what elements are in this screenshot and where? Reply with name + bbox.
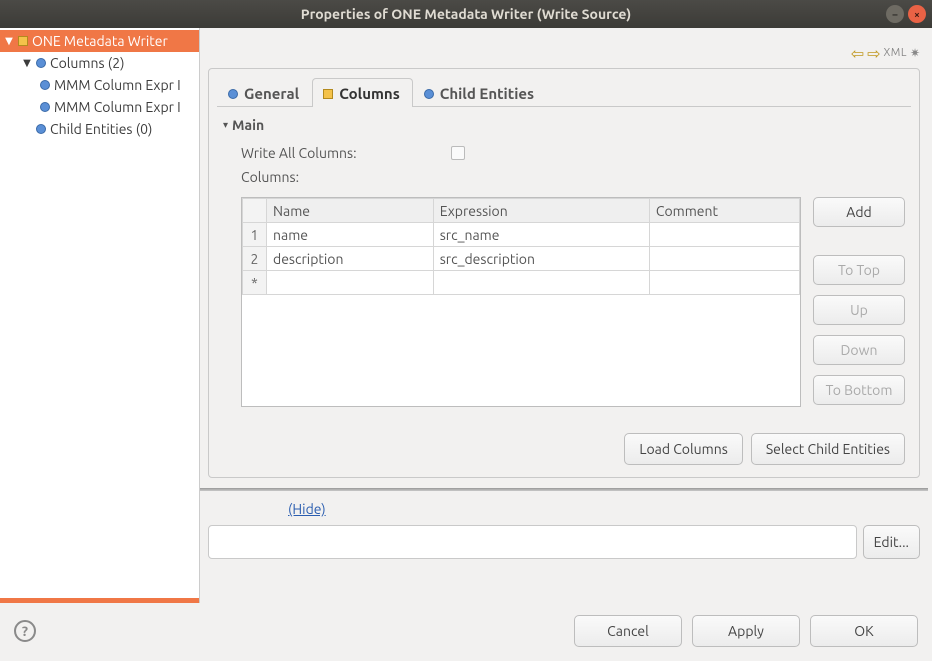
node-icon	[36, 124, 46, 134]
sidebar-highlight-bar	[0, 598, 199, 603]
to-top-button[interactable]: To Top	[813, 255, 905, 285]
section-title: Main	[232, 117, 264, 133]
label-write-all: Write All Columns:	[241, 145, 451, 161]
tab-label: General	[244, 85, 299, 102]
cell-expression[interactable]: src_name	[433, 223, 649, 247]
expression-editor[interactable]	[208, 525, 857, 559]
tab-label: Child Entities	[440, 85, 534, 102]
new-row-marker: *	[243, 271, 267, 295]
cell-comment[interactable]	[649, 271, 799, 295]
tab-bar: General Columns Child Entities	[209, 69, 919, 106]
tab-general[interactable]: General	[217, 78, 312, 107]
expand-arrow-icon: ▼	[4, 35, 14, 47]
corner-cell	[243, 199, 267, 223]
component-icon	[18, 36, 28, 46]
nav-forward-icon[interactable]: ⇨	[867, 44, 880, 63]
tree-item-columns[interactable]: ▼ Columns (2)	[0, 52, 199, 74]
tree-item-column-expr[interactable]: MMM Column Expr I	[0, 74, 199, 96]
title-bar: Properties of ONE Metadata Writer (Write…	[0, 0, 932, 28]
tree-item-label: Child Entities (0)	[50, 121, 152, 137]
hide-row: (Hide)	[208, 501, 920, 517]
content-area: ⇦ ⇨ XML ✷ General Columns Child Entities	[200, 28, 932, 603]
cell-name[interactable]	[267, 271, 434, 295]
columns-grid[interactable]: Name Expression Comment 1 name src_name	[241, 197, 801, 407]
ok-button[interactable]: OK	[810, 615, 918, 647]
tree: ▼ ONE Metadata Writer ▼ Columns (2) MMM …	[0, 30, 199, 598]
select-child-entities-button[interactable]: Select Child Entities	[751, 433, 905, 465]
table-row[interactable]: 2 description src_description	[243, 247, 800, 271]
cell-comment[interactable]	[649, 223, 799, 247]
nav-back-icon[interactable]: ⇦	[851, 44, 864, 63]
panel-divider[interactable]	[200, 488, 928, 491]
tree-item-label: Columns (2)	[50, 55, 125, 71]
tree-item-label: MMM Column Expr I	[54, 77, 181, 93]
table-new-row[interactable]: *	[243, 271, 800, 295]
row-actions: Add To Top Up Down To Bottom	[813, 197, 905, 407]
col-header-name[interactable]: Name	[267, 199, 434, 223]
collapse-arrow-icon: ▾	[223, 119, 228, 131]
tree-item-child-entities[interactable]: Child Entities (0)	[0, 118, 199, 140]
checkbox-write-all[interactable]	[451, 146, 465, 160]
main-split: ▼ ONE Metadata Writer ▼ Columns (2) MMM …	[0, 28, 932, 603]
tree-root[interactable]: ▼ ONE Metadata Writer	[0, 30, 199, 52]
sidebar: ▼ ONE Metadata Writer ▼ Columns (2) MMM …	[0, 28, 200, 603]
tab-icon	[323, 89, 333, 99]
section-main: ▾ Main Write All Columns: Columns:	[209, 107, 919, 423]
tree-item-label: MMM Column Expr I	[54, 99, 181, 115]
row-write-all: Write All Columns:	[241, 141, 905, 165]
close-button[interactable]: ×	[908, 5, 926, 23]
window-title: Properties of ONE Metadata Writer (Write…	[8, 6, 924, 22]
edit-button[interactable]: Edit...	[863, 525, 920, 559]
up-button[interactable]: Up	[813, 295, 905, 325]
minimize-button[interactable]: –	[886, 5, 904, 23]
cell-name[interactable]: description	[267, 247, 434, 271]
table-row[interactable]: 1 name src_name	[243, 223, 800, 247]
cell-expression[interactable]	[433, 271, 649, 295]
row-number: 2	[243, 247, 267, 271]
cancel-button[interactable]: Cancel	[574, 615, 682, 647]
row-columns-label: Columns:	[241, 165, 905, 189]
panel-footer: Load Columns Select Child Entities	[209, 423, 919, 477]
tab-icon	[228, 89, 238, 99]
hide-link[interactable]: (Hide)	[288, 501, 326, 517]
node-icon	[40, 80, 50, 90]
add-button[interactable]: Add	[813, 197, 905, 227]
cell-expression[interactable]: src_description	[433, 247, 649, 271]
down-button[interactable]: Down	[813, 335, 905, 365]
tree-item-column-expr[interactable]: MMM Column Expr I	[0, 96, 199, 118]
tab-icon	[424, 89, 434, 99]
label-columns: Columns:	[241, 169, 451, 185]
tab-label: Columns	[339, 85, 400, 102]
form-rows: Write All Columns: Columns:	[223, 141, 905, 189]
col-header-expression[interactable]: Expression	[433, 199, 649, 223]
to-bottom-button[interactable]: To Bottom	[813, 375, 905, 405]
edit-row: Edit...	[208, 525, 920, 559]
row-number: 1	[243, 223, 267, 247]
xml-view-button[interactable]: XML	[884, 47, 907, 59]
window-buttons: – ×	[886, 5, 926, 23]
apply-button[interactable]: Apply	[692, 615, 800, 647]
columns-table-area: Name Expression Comment 1 name src_name	[223, 197, 905, 407]
cell-name[interactable]: name	[267, 223, 434, 247]
col-header-comment[interactable]: Comment	[649, 199, 799, 223]
tab-columns[interactable]: Columns	[312, 78, 413, 107]
dialog-button-bar: ? Cancel Apply OK	[0, 603, 932, 661]
node-icon	[40, 102, 50, 112]
nav-toolbar: ⇦ ⇨ XML ✷	[208, 42, 920, 64]
help-icon[interactable]: ?	[14, 620, 36, 642]
tree-root-label: ONE Metadata Writer	[32, 33, 168, 49]
cell-comment[interactable]	[649, 247, 799, 271]
properties-panel: General Columns Child Entities ▾ Main	[208, 68, 920, 478]
hint-icon[interactable]: ✷	[910, 46, 920, 60]
section-header[interactable]: ▾ Main	[223, 117, 905, 133]
tab-child-entities[interactable]: Child Entities	[413, 78, 547, 107]
expand-arrow-icon: ▼	[22, 57, 32, 69]
load-columns-button[interactable]: Load Columns	[624, 433, 742, 465]
node-icon	[36, 58, 46, 68]
